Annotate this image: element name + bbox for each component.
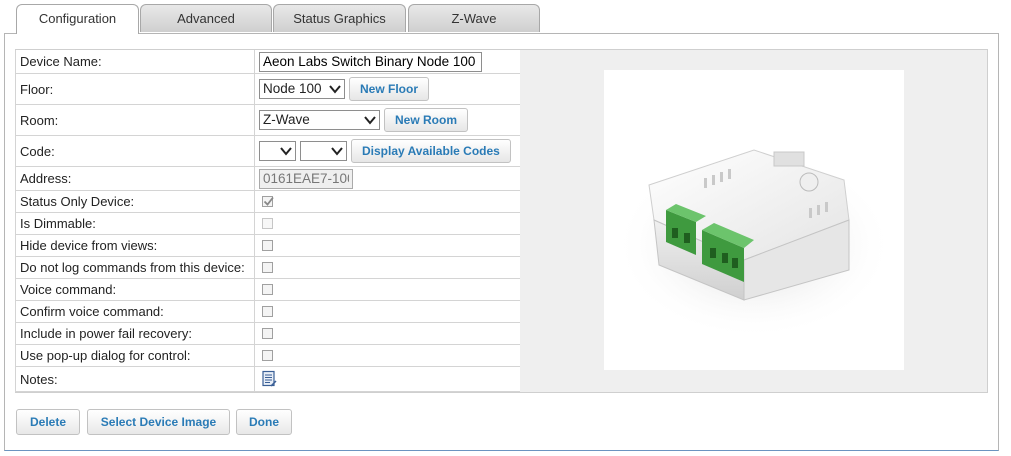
chevron-down-icon bbox=[331, 147, 343, 156]
confirm-voice-row: Confirm voice command: bbox=[15, 301, 520, 323]
is-dimmable-checkbox[interactable] bbox=[262, 218, 273, 229]
tab-z-wave[interactable]: Z-Wave bbox=[408, 4, 540, 32]
code-row: Code: Display Available Codes bbox=[15, 136, 520, 167]
chevron-down-icon bbox=[364, 116, 376, 125]
voice-command-checkbox[interactable] bbox=[262, 284, 273, 295]
code-house-select[interactable] bbox=[259, 141, 296, 161]
hide-device-row: Hide device from views: bbox=[15, 235, 520, 257]
voice-command-label: Voice command: bbox=[15, 279, 255, 300]
room-select-value: Z-Wave bbox=[263, 112, 310, 127]
no-log-label: Do not log commands from this device: bbox=[15, 257, 255, 278]
address-label: Address: bbox=[15, 167, 255, 190]
check-icon bbox=[263, 196, 274, 206]
notes-icon[interactable] bbox=[260, 370, 278, 388]
code-unit-select[interactable] bbox=[300, 141, 347, 161]
notes-label: Notes: bbox=[15, 367, 255, 391]
tab-status-graphics[interactable]: Status Graphics bbox=[273, 4, 406, 32]
power-fail-checkbox[interactable] bbox=[262, 328, 273, 339]
confirm-voice-checkbox[interactable] bbox=[262, 306, 273, 317]
room-row: Room: Z-Wave New Room bbox=[15, 105, 520, 136]
status-only-label: Status Only Device: bbox=[15, 191, 255, 212]
hide-device-label: Hide device from views: bbox=[15, 235, 255, 256]
new-room-button[interactable]: New Room bbox=[384, 108, 469, 132]
popup-dialog-row: Use pop-up dialog for control: bbox=[15, 345, 520, 367]
power-fail-label: Include in power fail recovery: bbox=[15, 323, 255, 344]
no-log-checkbox[interactable] bbox=[262, 262, 273, 273]
room-select[interactable]: Z-Wave bbox=[259, 110, 380, 130]
voice-command-row: Voice command: bbox=[15, 279, 520, 301]
device-name-label: Device Name: bbox=[15, 50, 255, 73]
confirm-voice-label: Confirm voice command: bbox=[15, 301, 255, 322]
device-image bbox=[604, 70, 904, 370]
address-row: Address: bbox=[15, 167, 520, 191]
display-available-codes-button[interactable]: Display Available Codes bbox=[351, 139, 511, 163]
is-dimmable-row: Is Dimmable: bbox=[15, 213, 520, 235]
status-only-row: Status Only Device: bbox=[15, 191, 520, 213]
status-only-checkbox[interactable] bbox=[262, 196, 274, 207]
floor-select[interactable]: Node 100 bbox=[259, 79, 345, 99]
hide-device-checkbox[interactable] bbox=[262, 240, 273, 251]
address-input bbox=[259, 168, 353, 189]
device-name-input[interactable] bbox=[259, 51, 482, 72]
select-device-image-button[interactable]: Select Device Image bbox=[87, 409, 230, 435]
code-label: Code: bbox=[15, 136, 255, 166]
chevron-down-icon bbox=[280, 147, 292, 156]
popup-dialog-checkbox[interactable] bbox=[262, 350, 273, 361]
chevron-down-icon bbox=[329, 85, 341, 94]
notes-row: Notes: bbox=[15, 367, 520, 392]
floor-label: Floor: bbox=[15, 74, 255, 104]
floor-row: Floor: Node 100 New Floor bbox=[15, 74, 520, 105]
floor-select-value: Node 100 bbox=[263, 81, 322, 96]
tab-configuration[interactable]: Configuration bbox=[16, 4, 139, 34]
no-log-row: Do not log commands from this device: bbox=[15, 257, 520, 279]
done-button[interactable]: Done bbox=[236, 409, 292, 435]
tab-advanced[interactable]: Advanced bbox=[140, 4, 272, 32]
new-floor-button[interactable]: New Floor bbox=[349, 77, 430, 101]
popup-dialog-label: Use pop-up dialog for control: bbox=[15, 345, 255, 366]
delete-button[interactable]: Delete bbox=[16, 409, 80, 435]
power-fail-row: Include in power fail recovery: bbox=[15, 323, 520, 345]
is-dimmable-label: Is Dimmable: bbox=[15, 213, 255, 234]
room-label: Room: bbox=[15, 105, 255, 135]
device-name-row: Device Name: bbox=[15, 50, 520, 74]
